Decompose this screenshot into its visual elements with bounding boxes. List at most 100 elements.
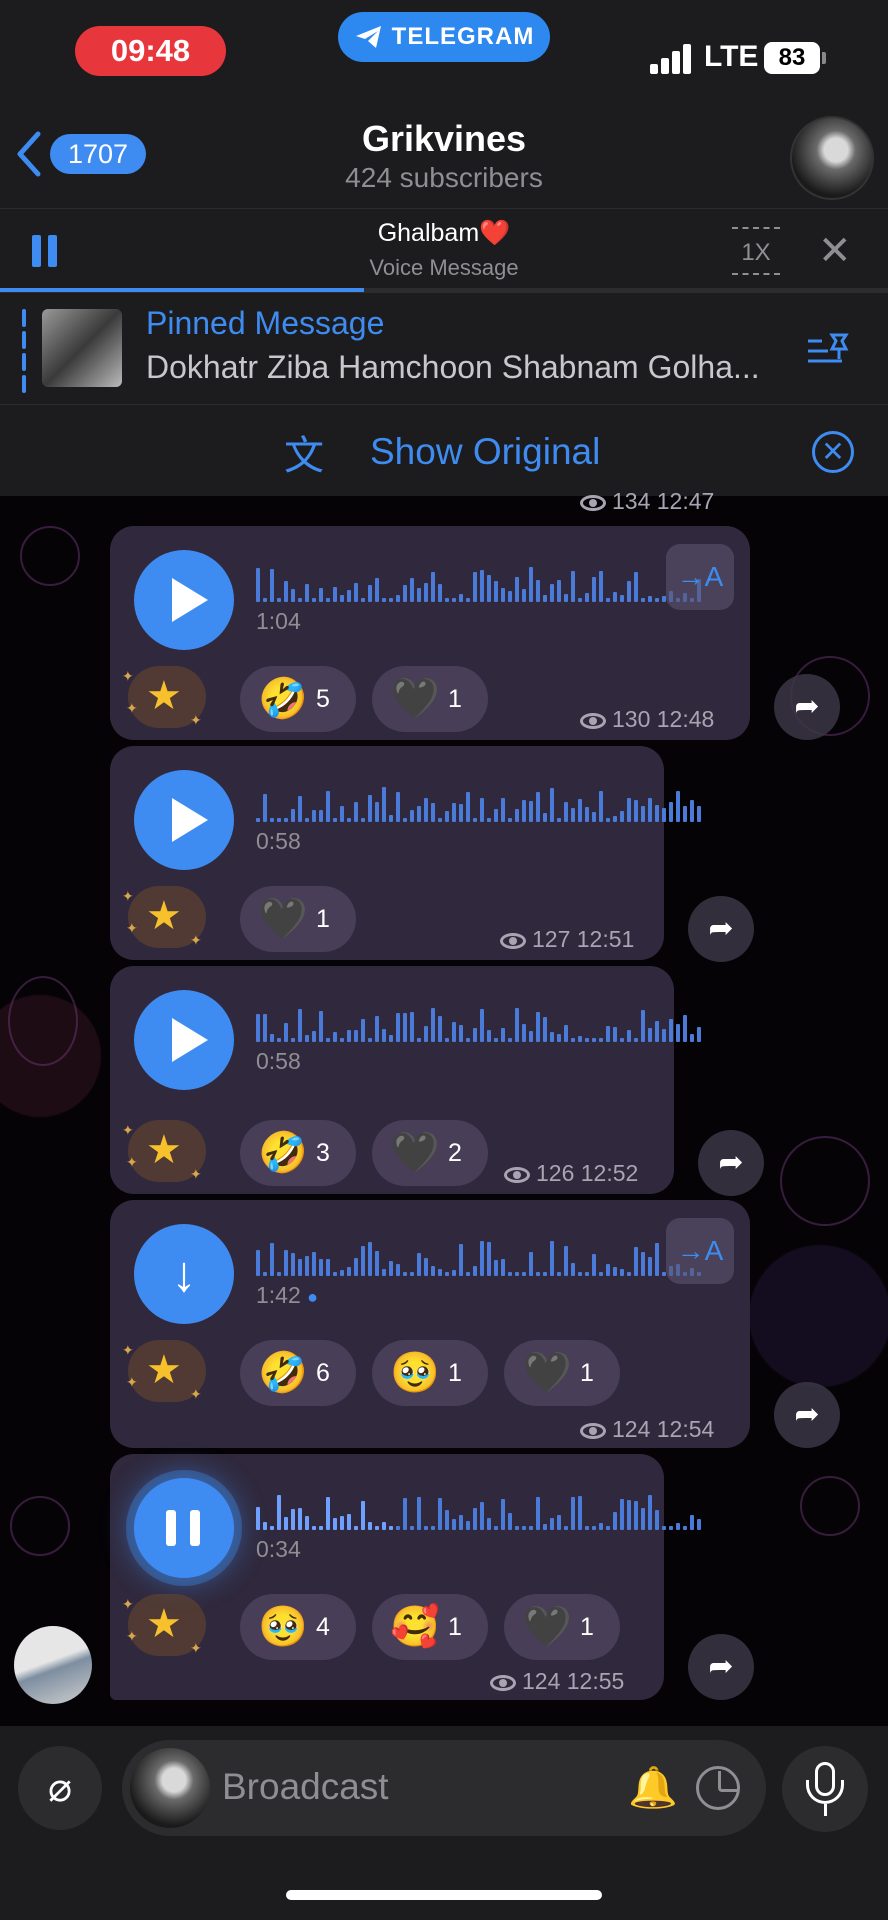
- channel-avatar[interactable]: [790, 116, 874, 200]
- sender-avatar[interactable]: [14, 1626, 92, 1704]
- share-button[interactable]: [774, 1382, 840, 1448]
- channel-title[interactable]: Grikvines: [0, 118, 888, 160]
- reaction-love[interactable]: 🥰 1: [372, 1594, 488, 1660]
- star-reaction[interactable]: ★ ✦ ✦ ✦: [122, 666, 206, 728]
- waveform-bar: [354, 1030, 358, 1042]
- waveform-bar: [375, 578, 379, 602]
- play-button[interactable]: [134, 550, 234, 650]
- waveform[interactable]: [256, 1490, 701, 1530]
- message-input[interactable]: [222, 1762, 602, 1812]
- waveform-bar: [382, 1029, 386, 1042]
- waveform-bar: [613, 1027, 617, 1042]
- star-reaction[interactable]: ★ ✦ ✦ ✦: [122, 1340, 206, 1402]
- waveform-bar: [508, 1038, 512, 1042]
- waveform-bar: [270, 1243, 274, 1276]
- waveform-bar: [536, 792, 540, 822]
- prev-message-meta: 134 12:47: [580, 488, 714, 515]
- message-input-container[interactable]: 🔔: [122, 1740, 766, 1836]
- voice-message[interactable]: 0:58 ★ ✦ ✦ ✦ 🖤 1 127 12:51: [110, 746, 701, 960]
- share-button[interactable]: [688, 1634, 754, 1700]
- waveform-bar: [389, 1261, 393, 1276]
- waveform-bar: [578, 598, 582, 602]
- waveform[interactable]: [256, 1002, 701, 1042]
- star-reaction[interactable]: ★ ✦ ✦ ✦: [122, 1120, 206, 1182]
- waveform-bar: [375, 802, 379, 822]
- laugh-emoji: 🤣: [258, 677, 308, 721]
- playback-speed-button[interactable]: 1X: [732, 227, 780, 275]
- pinned-list-icon[interactable]: [806, 331, 852, 367]
- waveform-bar: [424, 1258, 428, 1276]
- reaction-laugh[interactable]: 🤣 6: [240, 1340, 356, 1406]
- waveform-bar: [606, 598, 610, 602]
- waveform-bar: [417, 806, 421, 822]
- share-button[interactable]: [774, 674, 840, 740]
- share-button[interactable]: [698, 1130, 764, 1196]
- share-button[interactable]: [688, 896, 754, 962]
- waveform-bar: [536, 580, 540, 602]
- play-icon: [172, 1018, 208, 1062]
- voice-message[interactable]: 1:04 →A ★ ✦ ✦ ✦ 🤣 5 🖤 1 130 12:48: [110, 526, 750, 740]
- play-button[interactable]: [134, 990, 234, 1090]
- timer-icon[interactable]: [696, 1766, 740, 1810]
- star-reaction[interactable]: ★ ✦ ✦ ✦: [122, 1594, 206, 1656]
- audio-player-bar[interactable]: Ghalbam❤️ Voice Message 1X ✕: [0, 208, 888, 292]
- translate-message-button[interactable]: →A: [666, 1218, 734, 1284]
- play-icon: [172, 578, 208, 622]
- reaction-heart[interactable]: 🖤 1: [372, 666, 488, 732]
- voice-message[interactable]: 0:58 ★ ✦ ✦ ✦ 🤣 3 🖤 2 126 12:52: [110, 966, 701, 1194]
- waveform-bar: [634, 1247, 638, 1276]
- play-button[interactable]: [134, 770, 234, 870]
- voice-message[interactable]: ↓ 1:42 ● →A ★ ✦ ✦ ✦ 🤣 6 🥹 1 🖤 1 124 12:54: [110, 1200, 750, 1448]
- reaction-teary[interactable]: 🥹 1: [372, 1340, 488, 1406]
- attach-button[interactable]: ⌀: [18, 1746, 102, 1830]
- waveform[interactable]: [256, 782, 701, 822]
- reaction-heart[interactable]: 🖤 1: [504, 1594, 620, 1660]
- waveform-bar: [277, 818, 281, 822]
- reaction-heart[interactable]: 🖤 1: [240, 886, 356, 952]
- reaction-laugh[interactable]: 🤣 3: [240, 1120, 356, 1186]
- waveform-bar: [641, 1252, 645, 1276]
- heart-emoji: 🖤: [390, 677, 440, 721]
- waveform-bar: [697, 1519, 701, 1530]
- bell-icon[interactable]: 🔔: [628, 1764, 678, 1811]
- reaction-laugh[interactable]: 🤣 5: [240, 666, 356, 732]
- voice-message[interactable]: 0:34 ★ ✦ ✦ ✦ 🥹 4 🥰 1 🖤 1 124 12:55: [110, 1454, 701, 1700]
- waveform-bar: [270, 818, 274, 822]
- reaction-heart[interactable]: 🖤 1: [504, 1340, 620, 1406]
- close-translate-icon[interactable]: ✕: [812, 431, 854, 473]
- download-button[interactable]: ↓: [134, 1224, 234, 1324]
- status-time[interactable]: 09:48: [75, 26, 226, 76]
- waveform-bar: [396, 1264, 400, 1276]
- waveform-bar: [270, 1526, 274, 1530]
- star-icon: ★: [146, 1602, 182, 1646]
- waveform-bar: [627, 1500, 631, 1530]
- waveform-bar: [305, 1035, 309, 1042]
- show-original-button[interactable]: Show Original: [370, 431, 600, 473]
- reaction-heart[interactable]: 🖤 2: [372, 1120, 488, 1186]
- return-to-app-pill[interactable]: TELEGRAM: [338, 12, 550, 62]
- waveform-bar: [697, 1027, 701, 1042]
- waveform-bar: [284, 1517, 288, 1530]
- waveform-bar: [655, 598, 659, 602]
- telegram-icon: [355, 26, 381, 48]
- waveform-bar: [256, 818, 260, 822]
- close-icon[interactable]: ✕: [818, 229, 852, 273]
- pause-button[interactable]: [134, 1478, 234, 1578]
- waveform-bar: [368, 1038, 372, 1042]
- star-reaction[interactable]: ★ ✦ ✦ ✦: [122, 886, 206, 948]
- waveform[interactable]: [256, 1236, 701, 1276]
- waveform-bar: [494, 1038, 498, 1042]
- waveform-bar: [403, 818, 407, 822]
- mic-button[interactable]: [782, 1746, 868, 1832]
- waveform-bar: [480, 798, 484, 822]
- views-icon: [580, 712, 606, 729]
- waveform-bar: [634, 1038, 638, 1042]
- waveform-bar: [592, 1254, 596, 1276]
- reaction-teary[interactable]: 🥹 4: [240, 1594, 356, 1660]
- unplayed-dot: ●: [307, 1287, 319, 1307]
- waveform-bar: [627, 798, 631, 822]
- waveform[interactable]: [256, 562, 701, 602]
- pinned-message-bar[interactable]: Pinned Message Dokhatr Ziba Hamchoon Sha…: [0, 292, 888, 404]
- translate-message-button[interactable]: →A: [666, 544, 734, 610]
- send-as-avatar[interactable]: [130, 1748, 210, 1828]
